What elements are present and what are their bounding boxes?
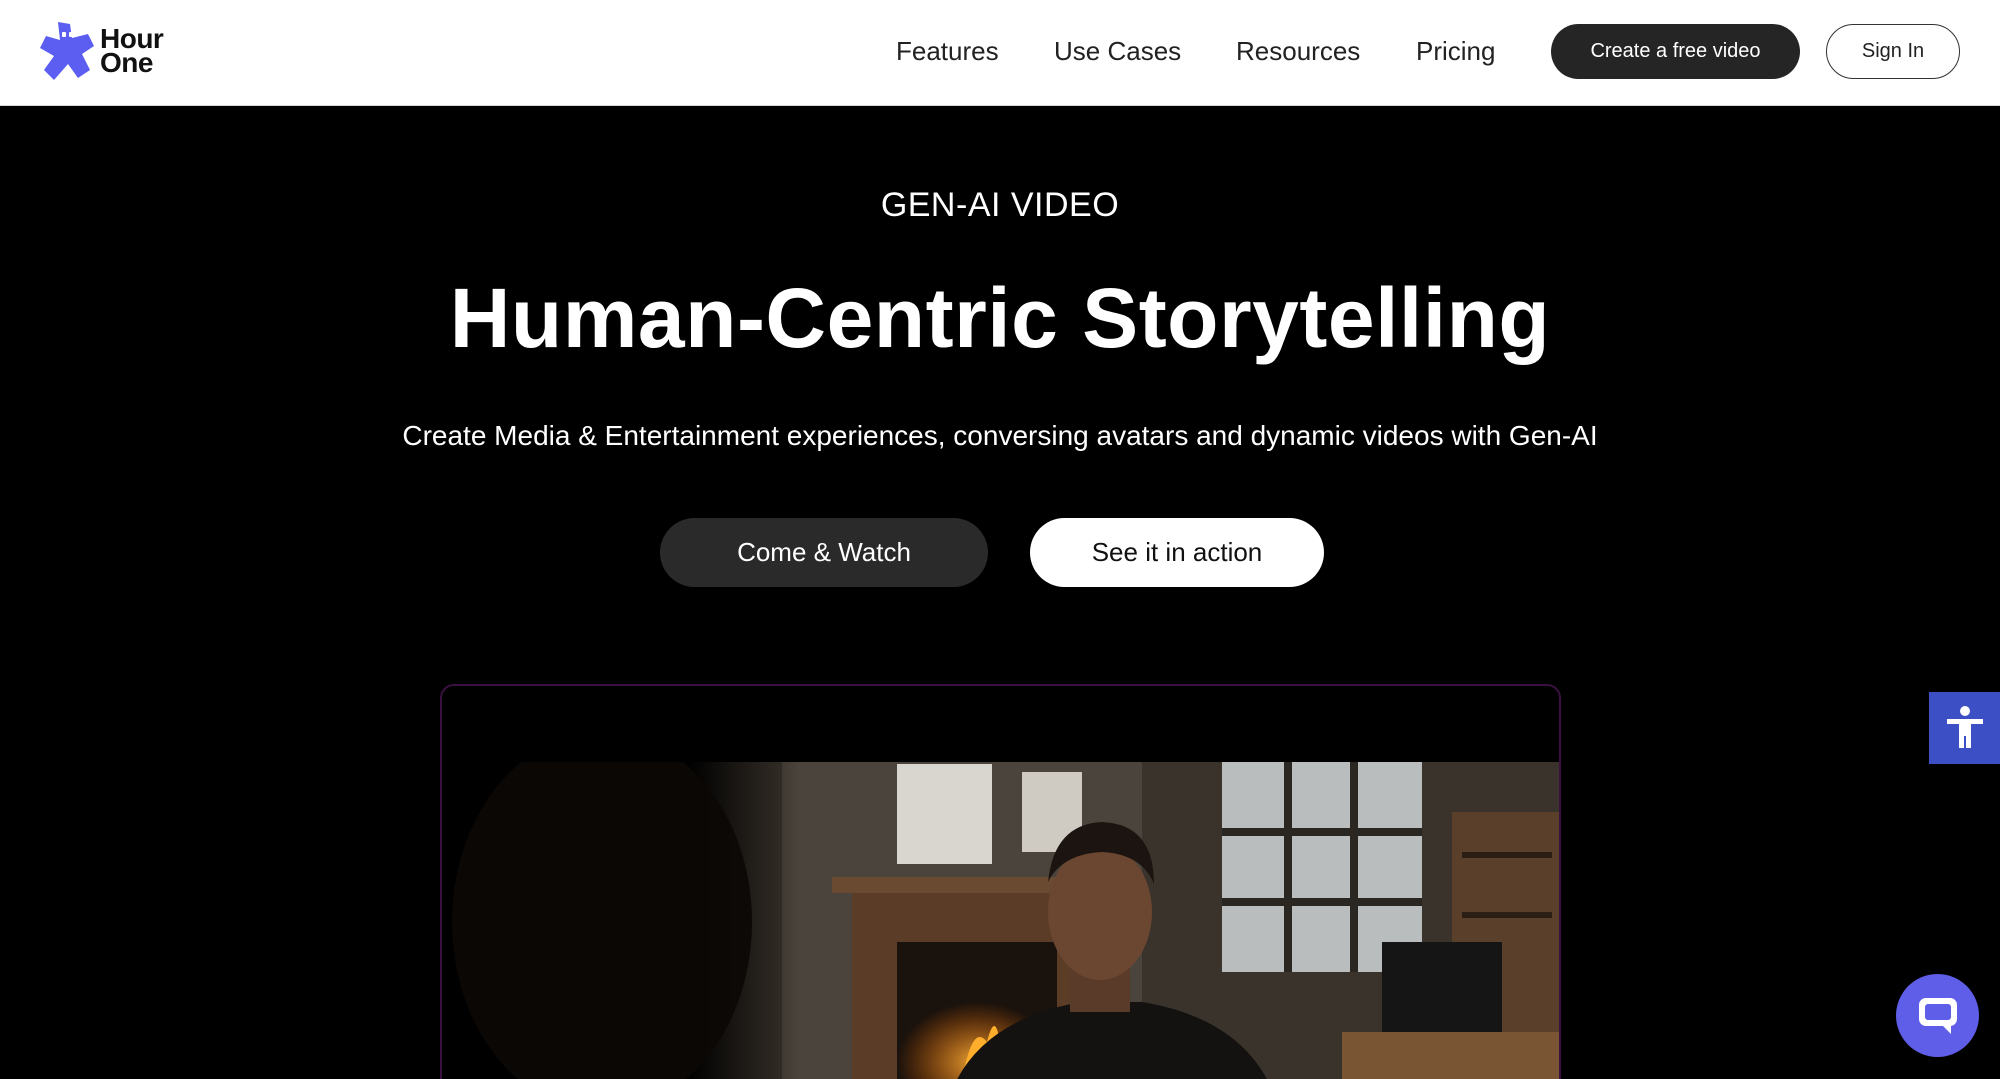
nav-pricing[interactable]: Pricing	[1416, 36, 1495, 67]
hero-eyebrow: GEN-AI VIDEO	[880, 186, 1120, 224]
come-and-watch-button[interactable]: Come & Watch	[660, 518, 988, 587]
chat-widget-button[interactable]	[1896, 974, 1979, 1057]
page: Hour One Features Use Cases Resources Pr…	[0, 0, 2000, 1079]
see-it-in-action-button[interactable]: See it in action	[1030, 518, 1324, 587]
video-still-image	[442, 762, 1559, 1079]
accessibility-icon	[1946, 706, 1983, 748]
hero-subtitle: Create Media & Entertainment experiences…	[402, 420, 1598, 451]
accessibility-widget-button[interactable]	[1929, 692, 2000, 764]
nav-features[interactable]: Features	[896, 36, 999, 67]
sign-in-button[interactable]: Sign In	[1826, 24, 1960, 79]
create-free-video-button[interactable]: Create a free video	[1551, 24, 1800, 79]
nav-resources[interactable]: Resources	[1236, 36, 1360, 67]
chat-bubble-icon	[1918, 997, 1957, 1034]
video-preview[interactable]	[440, 684, 1561, 1079]
site-header: Hour One Features Use Cases Resources Pr…	[0, 0, 2000, 106]
nav-use-cases[interactable]: Use Cases	[1054, 36, 1181, 67]
hero-title: Human-Centric Storytelling	[449, 271, 1551, 365]
